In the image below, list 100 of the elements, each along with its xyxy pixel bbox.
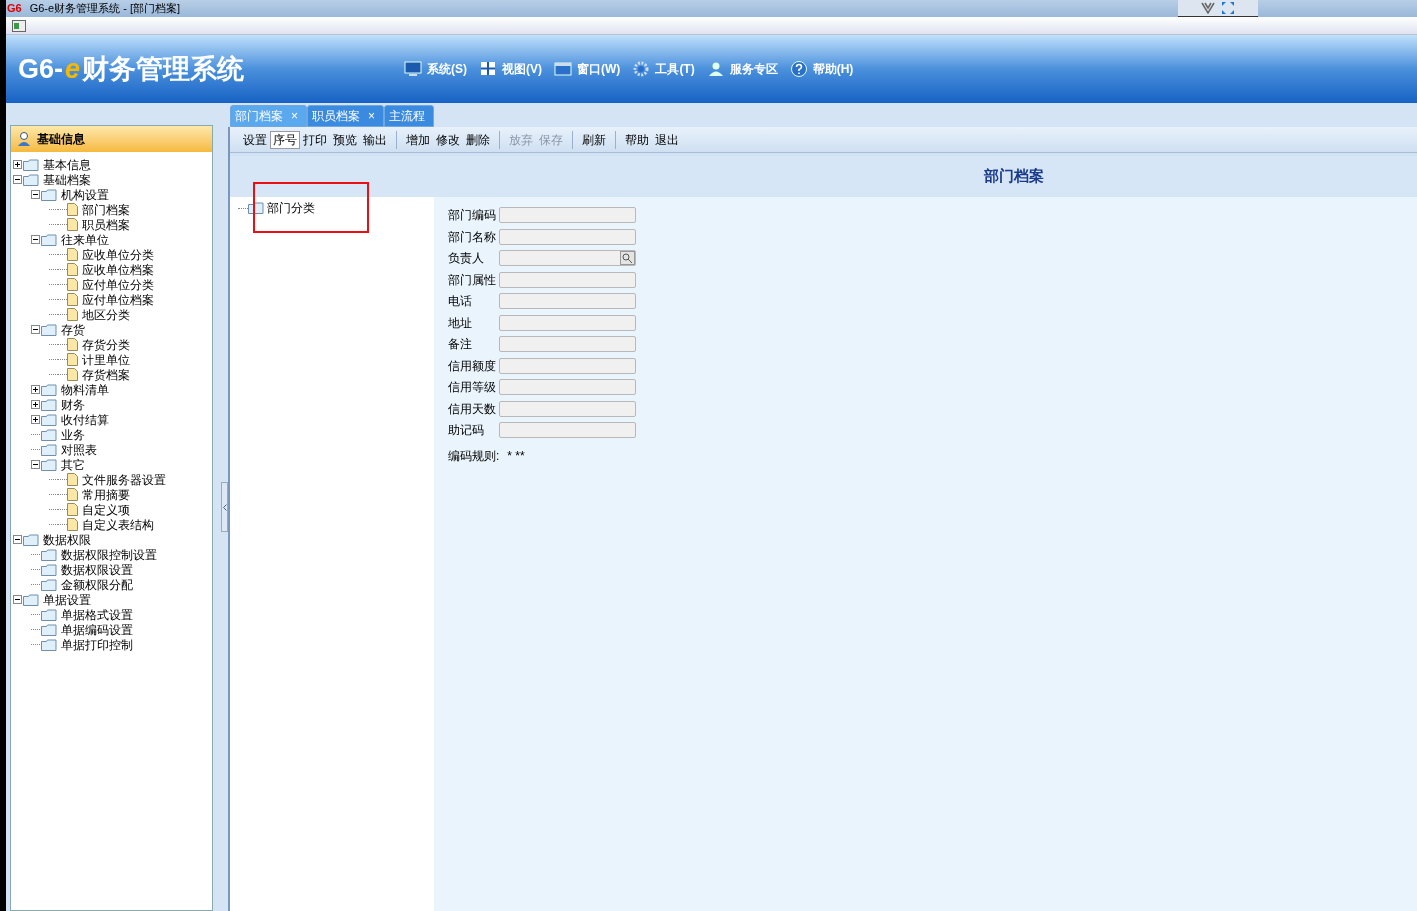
folder-icon (23, 593, 39, 606)
window-icon[interactable] (12, 19, 26, 32)
document-icon (67, 203, 78, 216)
field-label: 信用天数 (448, 400, 497, 418)
field-label: 信用等级 (448, 379, 497, 397)
folder-icon (41, 413, 57, 426)
chevron-left-icon (222, 503, 227, 511)
folder-icon (23, 158, 39, 171)
field-label: 备注 (448, 336, 473, 354)
input-field[interactable] (499, 400, 636, 417)
fullscreen-icon[interactable] (1221, 1, 1235, 15)
folder-icon (23, 173, 39, 186)
grid-icon (479, 60, 498, 78)
folder-icon (41, 623, 57, 636)
toolbar-button[interactable]: 帮助 (622, 130, 652, 149)
field-label: 地址 (448, 314, 473, 332)
collapse-handle[interactable] (221, 482, 228, 532)
toolbar-button[interactable]: 删除 (463, 130, 493, 149)
toolbar-button[interactable]: 退出 (652, 130, 682, 149)
document-icon (67, 278, 78, 291)
input-field[interactable] (499, 207, 636, 224)
folder-icon (41, 233, 57, 246)
chevron-down-icon[interactable] (1201, 2, 1215, 14)
folder-icon (41, 608, 57, 621)
expand-toggle-icon[interactable] (13, 160, 22, 169)
document-icon (67, 368, 78, 381)
collapse-toggle-icon[interactable] (31, 190, 40, 199)
folder-icon (41, 638, 57, 651)
input-field[interactable] (499, 379, 636, 396)
input-field[interactable] (499, 422, 636, 439)
tab[interactable]: 职员档案 × (307, 105, 385, 127)
document-icon (67, 308, 78, 321)
coding-rule-label: 编码规则: (448, 447, 500, 465)
toolbar-button[interactable]: 修改 (433, 130, 463, 149)
tree-item[interactable]: 部门分类 (267, 199, 315, 217)
tab[interactable]: 主流程 (384, 105, 435, 127)
collapse-toggle-icon[interactable] (31, 325, 40, 334)
toolbar-button[interactable]: 预览 (330, 130, 360, 149)
field-label: 部门编码 (448, 207, 497, 225)
collapse-toggle-icon[interactable] (31, 235, 40, 244)
collapse-toggle-icon[interactable] (13, 595, 22, 604)
toolbar-button[interactable]: 打印 (300, 130, 330, 149)
document-icon (67, 338, 78, 351)
input-field[interactable] (499, 271, 636, 288)
folder-icon (41, 458, 57, 471)
document-icon (67, 218, 78, 231)
document-icon (67, 503, 78, 516)
document-icon (67, 518, 78, 531)
tree-item[interactable]: 存货 (61, 320, 85, 339)
toolbar-button[interactable]: 刷新 (579, 130, 609, 149)
coding-rule-value: * ** (507, 447, 525, 465)
brand-logo: G6-e财务管理系统 (18, 52, 245, 86)
field-label: 负责人 (448, 250, 485, 268)
field-label: 部门属性 (448, 271, 497, 289)
folder-icon (41, 428, 57, 441)
window-title: G6-e财务管理系统 - [部门档案] (29, 3, 181, 14)
folder-icon (41, 548, 57, 561)
folder-icon (41, 398, 57, 411)
toolbar-button[interactable]: 序号 (270, 130, 300, 149)
user-icon (17, 131, 31, 147)
app-logo: G6 (7, 3, 22, 14)
field-label: 信用额度 (448, 357, 497, 375)
search-icon[interactable] (620, 251, 635, 266)
input-field[interactable] (499, 336, 636, 353)
field-label: 助记码 (448, 422, 485, 440)
help-icon (789, 60, 808, 78)
input-field[interactable] (499, 228, 636, 245)
sidebar-title: 基础信息 (37, 131, 85, 148)
folder-icon (41, 443, 57, 456)
expand-toggle-icon[interactable] (31, 385, 40, 394)
expand-toggle-icon[interactable] (31, 415, 40, 424)
monitor-icon (404, 60, 423, 78)
input-field[interactable] (499, 293, 636, 310)
window-icon (554, 60, 573, 78)
folder-icon (41, 563, 57, 576)
collapse-toggle-icon[interactable] (13, 535, 22, 544)
document-icon (67, 248, 78, 261)
close-icon[interactable]: × (368, 107, 376, 125)
toolbar-button[interactable]: 输出 (360, 130, 390, 149)
collapse-toggle-icon[interactable] (31, 460, 40, 469)
folder-icon (248, 202, 264, 214)
lookup-field[interactable] (499, 250, 636, 267)
collapse-toggle-icon[interactable] (13, 175, 22, 184)
input-field[interactable] (499, 314, 636, 331)
gear-icon (632, 60, 651, 78)
toolbar-button[interactable]: 增加 (403, 130, 433, 149)
page-title: 部门档案 (984, 166, 1044, 187)
folder-icon (23, 533, 39, 546)
document-icon (67, 353, 78, 366)
expand-toggle-icon[interactable] (31, 400, 40, 409)
document-icon (67, 293, 78, 306)
folder-icon (41, 383, 57, 396)
field-label: 部门名称 (448, 228, 497, 246)
document-icon (67, 488, 78, 501)
folder-icon (41, 578, 57, 591)
folder-icon (41, 188, 57, 201)
input-field[interactable] (499, 357, 636, 374)
field-label: 电话 (448, 293, 473, 311)
user-icon (706, 60, 725, 78)
toolbar-button[interactable]: 设置 (240, 130, 270, 149)
